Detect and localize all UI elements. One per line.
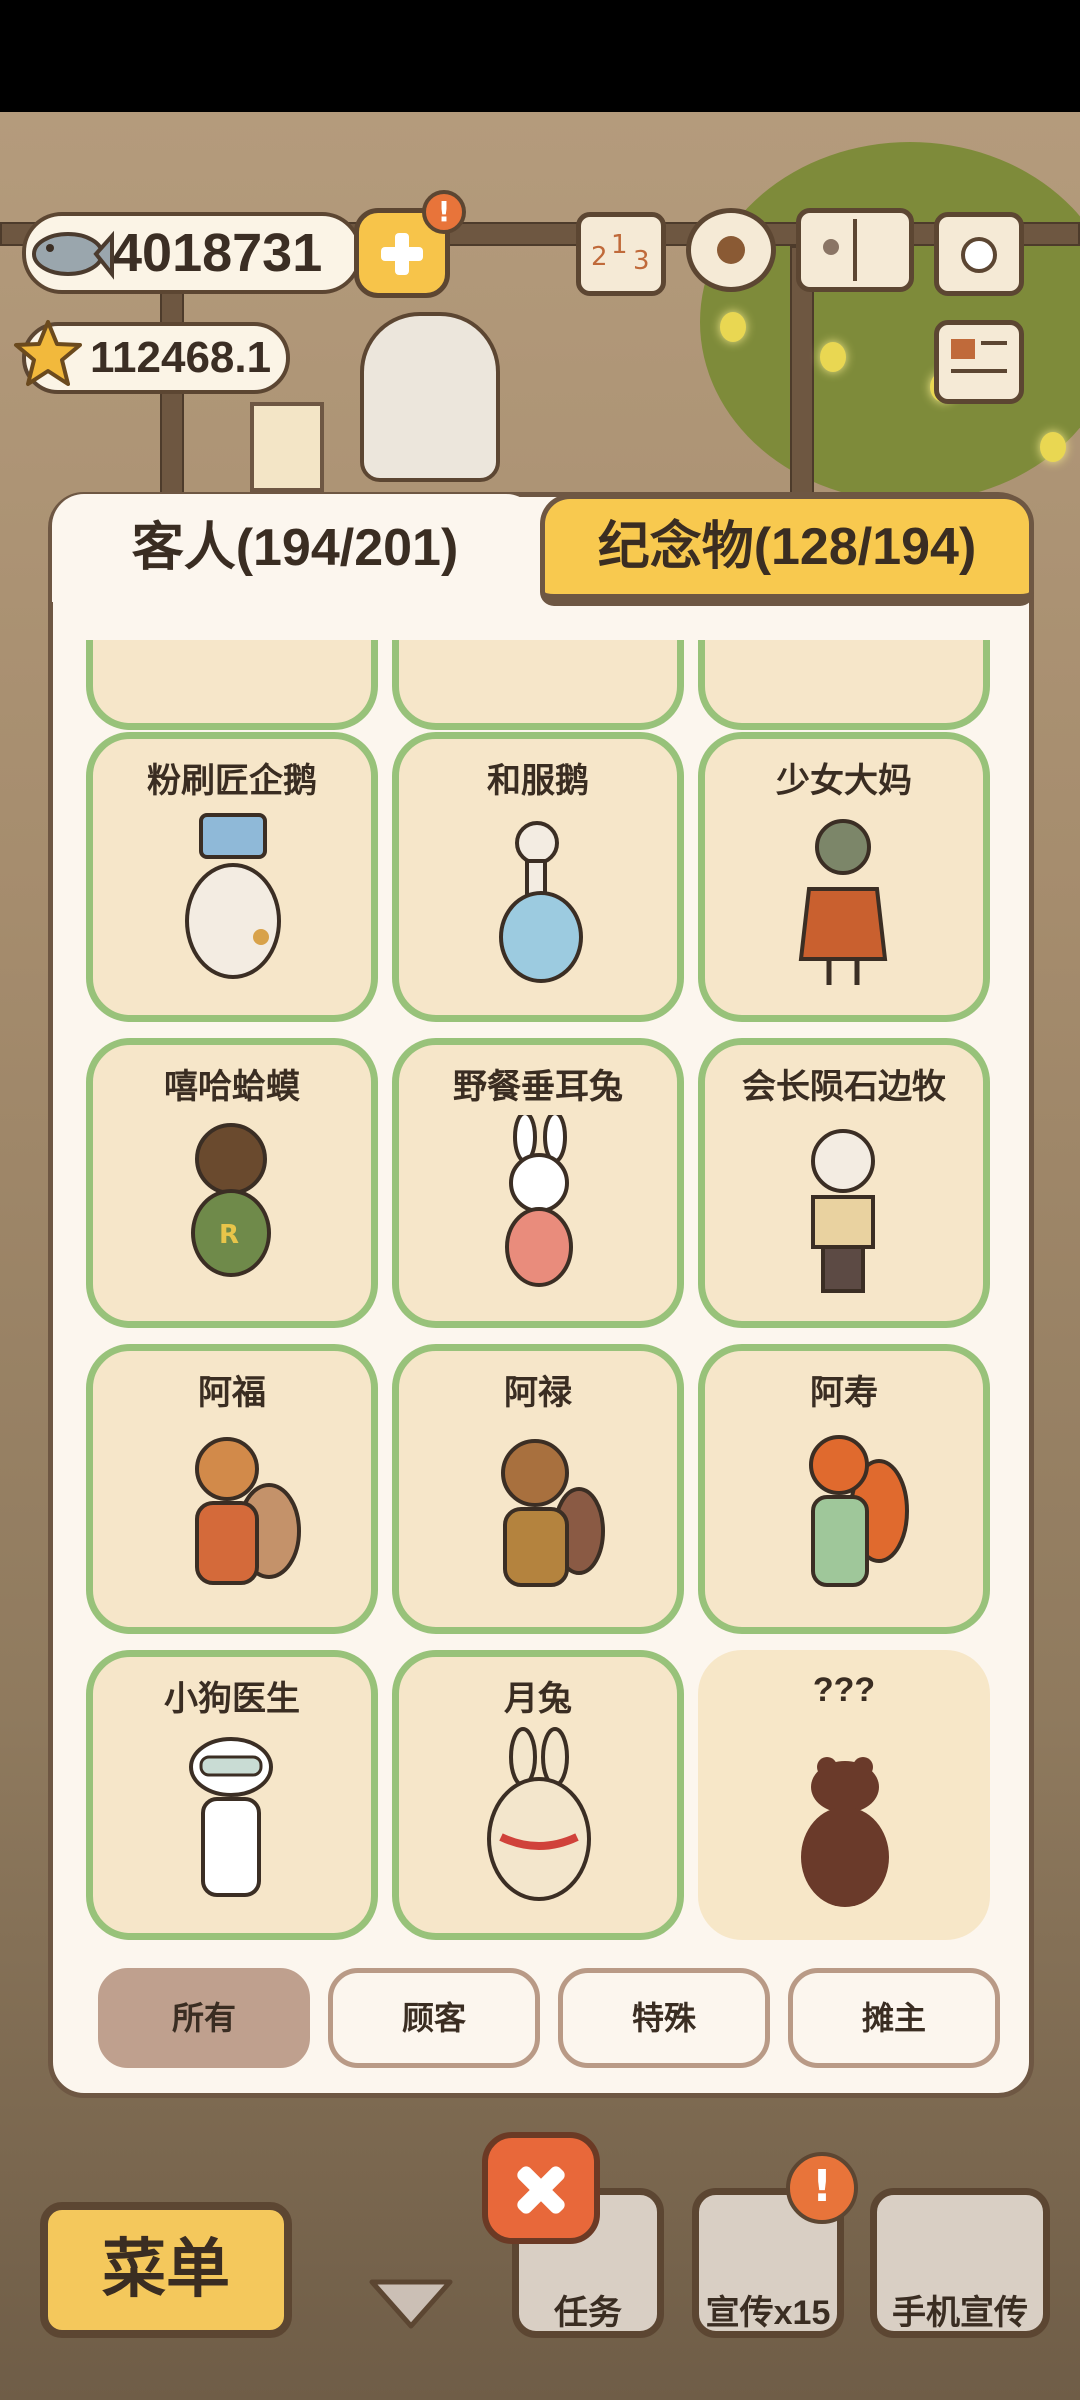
guest-name: 阿福 [198, 1374, 266, 1412]
guest-name: 粉刷匠企鹅 [147, 762, 317, 800]
penguin-painter-icon [185, 813, 281, 979]
close-button[interactable] [482, 2132, 600, 2244]
kimono-goose-icon [499, 821, 583, 983]
filter-vendors-button[interactable]: 摊主 [788, 1968, 1000, 2068]
guest-name: 阿禄 [504, 1374, 572, 1412]
fish-icon [32, 230, 114, 280]
star-icon [14, 320, 82, 386]
newspaper-icon[interactable] [934, 320, 1024, 404]
fish-count: 4018731 [112, 223, 323, 283]
lucky-cat-statue [360, 312, 500, 482]
guest-card[interactable]: 会长陨石边牧 [698, 1038, 990, 1328]
svg-text:2: 2 [591, 242, 608, 272]
beaver-lu-icon [501, 1439, 605, 1587]
guest-name: 嘻哈蛤蟆 [164, 1068, 300, 1106]
light-bulb [720, 312, 746, 342]
alert-badge: ! [422, 190, 466, 234]
guest-grid: 粉刷匠企鹅 和服鹅 少女大妈 嘻哈蛤蟆 R 野餐垂耳兔 会长陨石边牧 阿福 阿禄… [52, 640, 1028, 1950]
guest-card[interactable]: 阿福 [86, 1344, 378, 1634]
guest-name: 野餐垂耳兔 [453, 1068, 623, 1106]
picnic-lop-rabbit-icon [505, 1115, 573, 1287]
svg-text:R: R [219, 1220, 239, 1250]
guest-name: ??? [812, 1671, 876, 1709]
guest-card-partial[interactable] [698, 640, 990, 730]
lady-aunt-icon [798, 819, 888, 985]
guest-card[interactable]: 阿寿 [698, 1344, 990, 1634]
menu-sign [250, 402, 324, 492]
light-bulb [1040, 432, 1066, 462]
tab-souvenirs[interactable]: 纪念物(128/194) [540, 494, 1034, 606]
squirrel-fu-icon [195, 1437, 301, 1585]
guest-card[interactable]: 阿禄 [392, 1344, 684, 1634]
menu-button[interactable]: 菜单 [40, 2202, 292, 2338]
guest-name: 小狗医生 [164, 1680, 300, 1718]
guest-card[interactable]: 小狗医生 [86, 1650, 378, 1940]
svg-text:3: 3 [633, 246, 650, 276]
tab-guests[interactable]: 客人(194/201) [52, 494, 538, 602]
filter-special-button[interactable]: 特殊 [558, 1968, 770, 2068]
red-squirrel-shou-icon [809, 1435, 909, 1587]
phone-promo-button[interactable]: 手机宣传 [870, 2188, 1050, 2338]
moon-rabbit-icon [487, 1727, 591, 1901]
guest-card-locked[interactable]: ??? [698, 1650, 990, 1940]
filter-customers-button[interactable]: 顾客 [328, 1968, 540, 2068]
guest-card[interactable]: 和服鹅 [392, 732, 684, 1022]
guest-card-partial[interactable] [86, 640, 378, 730]
light-bulb [820, 342, 846, 372]
guest-card[interactable]: 嘻哈蛤蟆 R [86, 1038, 378, 1328]
svg-text:1: 1 [611, 230, 628, 260]
guest-name: 少女大妈 [776, 762, 912, 800]
filter-all-button[interactable]: 所有 [98, 1968, 310, 2068]
doctor-dog-icon [189, 1737, 273, 1897]
guest-card-partial[interactable] [392, 640, 684, 730]
status-bar [0, 0, 1080, 112]
star-count: 112468.1 [90, 333, 272, 382]
guest-card[interactable]: 少女大妈 [698, 732, 990, 1022]
camera-icon[interactable] [934, 212, 1024, 296]
locked-silhouette-icon [801, 1757, 889, 1907]
leaderboard-icon[interactable]: 213 [576, 212, 666, 296]
guest-name: 会长陨石边牧 [742, 1068, 946, 1106]
tree-foliage [700, 142, 1080, 502]
guest-card[interactable]: 粉刷匠企鹅 [86, 732, 378, 1022]
border-collie-president-icon [811, 1129, 875, 1293]
chevron-down-icon[interactable] [366, 2276, 456, 2332]
settings-gear-icon[interactable] [686, 208, 776, 292]
paw-book-icon[interactable] [796, 208, 914, 292]
guest-name: 阿寿 [810, 1374, 878, 1412]
guest-name: 月兔 [504, 1680, 572, 1718]
guest-name: 和服鹅 [487, 762, 589, 800]
promo-alert-badge: ! [786, 2152, 858, 2224]
guest-card[interactable]: 野餐垂耳兔 [392, 1038, 684, 1328]
guest-card[interactable]: 月兔 [392, 1650, 684, 1940]
hiphop-toad-icon: R [191, 1123, 271, 1277]
